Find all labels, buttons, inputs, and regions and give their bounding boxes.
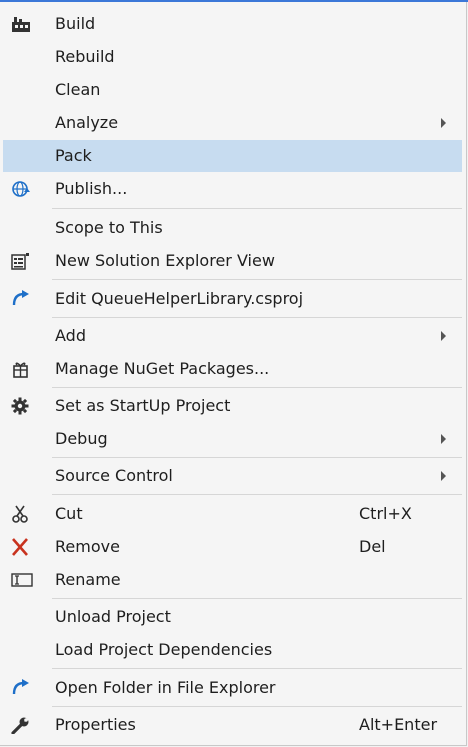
menu-item-unload-project[interactable]: Unload Project xyxy=(3,601,462,633)
menu-item-remove[interactable]: Remove Del xyxy=(3,531,462,563)
open-folder-arrow-icon xyxy=(12,679,29,695)
menu-item-label: Add xyxy=(55,326,86,345)
submenu-arrow-icon xyxy=(441,118,446,128)
menu-item-label: Source Control xyxy=(55,466,173,485)
menu-item-label: Open Folder in File Explorer xyxy=(55,678,276,697)
wrench-icon xyxy=(11,716,31,734)
menu-item-pack[interactable]: Pack xyxy=(3,140,462,172)
menu-item-rebuild[interactable]: Rebuild xyxy=(3,41,462,73)
menu-item-label: Debug xyxy=(55,429,108,448)
menu-separator xyxy=(52,706,462,707)
scissors-icon xyxy=(12,505,28,523)
menu-item-source-control[interactable]: Source Control xyxy=(3,460,462,492)
submenu-arrow-icon xyxy=(441,434,446,444)
shortcut-text: Del xyxy=(359,537,386,556)
menu-item-label: Properties xyxy=(55,715,136,734)
menu-item-label: Cut xyxy=(55,504,83,523)
menu-separator xyxy=(52,668,462,669)
menu-item-load-project-dependencies[interactable]: Load Project Dependencies xyxy=(3,634,462,666)
context-menu: Build Rebuild Clean Analyze Pack Publish… xyxy=(0,2,467,746)
shortcut-text: Alt+Enter xyxy=(359,715,438,734)
menu-item-label: Edit QueueHelperLibrary.csproj xyxy=(55,289,304,308)
menu-item-publish[interactable]: Publish... xyxy=(3,173,462,205)
menu-item-label: Manage NuGet Packages... xyxy=(55,359,270,378)
globe-publish-icon xyxy=(12,181,30,197)
menu-item-edit-project[interactable]: Edit QueueHelperLibrary.csproj xyxy=(3,283,462,315)
menu-item-set-startup[interactable]: Set as StartUp Project xyxy=(3,390,462,422)
menu-item-open-folder[interactable]: Open Folder in File Explorer xyxy=(3,672,462,704)
menu-item-label: Rebuild xyxy=(55,47,115,66)
menu-separator xyxy=(52,457,462,458)
solution-explorer-view-icon xyxy=(11,253,29,270)
menu-separator xyxy=(52,387,462,388)
edit-arrow-icon xyxy=(12,290,29,306)
menu-item-properties[interactable]: Properties Alt+Enter xyxy=(3,709,462,741)
menu-item-manage-nuget[interactable]: Manage NuGet Packages... xyxy=(3,353,462,385)
nuget-package-icon xyxy=(13,362,28,378)
menu-item-analyze[interactable]: Analyze xyxy=(3,107,462,139)
gear-icon xyxy=(11,397,29,415)
menu-item-add[interactable]: Add xyxy=(3,320,462,352)
menu-item-label: Publish... xyxy=(55,179,128,198)
menu-separator xyxy=(52,317,462,318)
submenu-arrow-icon xyxy=(441,471,446,481)
menu-item-label: New Solution Explorer View xyxy=(55,251,275,270)
menu-item-label: Scope to This xyxy=(55,218,163,237)
menu-item-label: Set as StartUp Project xyxy=(55,396,231,415)
menu-item-label: Analyze xyxy=(55,113,119,132)
submenu-arrow-icon xyxy=(441,331,446,341)
menu-item-label: Load Project Dependencies xyxy=(55,640,273,659)
menu-separator xyxy=(52,598,462,599)
menu-item-new-solution-explorer-view[interactable]: New Solution Explorer View xyxy=(3,245,462,277)
menu-item-label: Build xyxy=(55,14,96,33)
menu-item-build[interactable]: Build xyxy=(3,8,462,40)
menu-item-label: Unload Project xyxy=(55,607,171,626)
menu-item-label: Clean xyxy=(55,80,101,99)
menu-item-debug[interactable]: Debug xyxy=(3,423,462,455)
menu-item-clean[interactable]: Clean xyxy=(3,74,462,106)
build-icon xyxy=(12,17,30,32)
menu-item-rename[interactable]: Rename xyxy=(3,564,462,596)
menu-item-label: Remove xyxy=(55,537,120,556)
remove-x-icon xyxy=(12,538,28,556)
menu-item-label: Pack xyxy=(55,146,92,165)
menu-item-label: Rename xyxy=(55,570,121,589)
menu-separator xyxy=(52,279,462,280)
menu-item-scope-to-this[interactable]: Scope to This xyxy=(3,212,462,244)
menu-item-cut[interactable]: Cut Ctrl+X xyxy=(3,498,462,530)
menu-separator xyxy=(52,494,462,495)
rename-icon xyxy=(11,573,33,587)
shortcut-text: Ctrl+X xyxy=(359,504,412,523)
menu-separator xyxy=(52,208,462,209)
